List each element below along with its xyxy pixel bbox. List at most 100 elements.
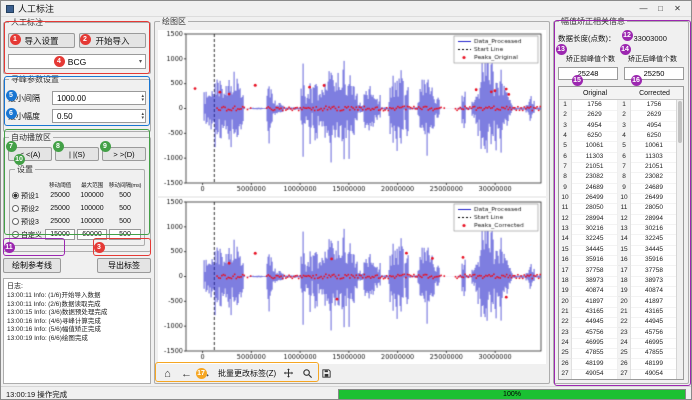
min-amplitude-value: 0.50 xyxy=(57,112,73,121)
table-scrollbar[interactable] xyxy=(676,100,683,379)
signal-chart-top[interactable] xyxy=(158,30,546,196)
spin-down-icon[interactable]: ▾ xyxy=(141,98,144,103)
table-row: 10264991026499 xyxy=(559,193,683,203)
preset-value: 500 xyxy=(108,218,142,225)
forward-icon[interactable]: → xyxy=(199,368,212,380)
preset-radio[interactable] xyxy=(12,231,19,238)
chevron-down-icon: ▾ xyxy=(139,58,142,65)
log-title: 日志: xyxy=(7,281,147,291)
zoom-icon[interactable] xyxy=(301,368,314,380)
preset-value: 100000 xyxy=(76,218,108,225)
status-message: 13:00:19 操作完成 xyxy=(6,389,67,400)
min-amplitude-spinbox[interactable]: 0.50 ▴▾ xyxy=(52,109,146,123)
correction-info-group: 幅值矫正相关信息 数据长度(点数)： 33003000 矫正前峰值个数 矫正后峰… xyxy=(553,21,689,384)
col-max-range: 最大范围 xyxy=(76,180,108,189)
table-row: 20418972041897 xyxy=(559,297,683,307)
main-body: 人工标注 导入设置 开始导入 BCG ▾ 寻峰参数设置 最小间隔 1000.00… xyxy=(1,17,691,386)
forward-button[interactable]: > >(D) xyxy=(102,147,146,161)
table-row: 15344451534445 xyxy=(559,245,683,255)
table-row: 24469952446995 xyxy=(559,338,683,348)
pause-button[interactable]: | |(S) xyxy=(55,147,99,161)
preset-value: 500 xyxy=(108,205,142,212)
table-row: 19408741940874 xyxy=(559,286,683,296)
rewind-button[interactable]: < <(A) xyxy=(8,147,52,161)
status-bar: 13:00:19 操作完成 100% xyxy=(1,386,691,400)
preset-value: 25000 xyxy=(44,205,76,212)
log-line: 13:00:16 Info: (5/6)幅值矫正完成 xyxy=(7,326,147,335)
spin-down-icon[interactable]: ▾ xyxy=(141,116,144,121)
peaks-before-value: 25248 xyxy=(558,67,618,80)
min-interval-label: 最小间隔 xyxy=(8,93,52,104)
draw-reference-button[interactable]: 绘制参考线 xyxy=(3,258,61,273)
table-row: 17377581737758 xyxy=(559,266,683,276)
progress-label: 100% xyxy=(339,390,685,399)
col-move-interval: 移动间隔(ms) xyxy=(108,180,142,189)
home-icon[interactable]: ⌂ xyxy=(161,368,174,380)
signal-type-combo[interactable]: BCG ▾ xyxy=(8,54,146,69)
autoplay-group: 自动播放区 < <(A) | |(S) > >(D) 设置 移动阈值 最大范围 … xyxy=(3,137,151,252)
peaks-after-value: 25250 xyxy=(624,67,684,80)
preset-radio[interactable] xyxy=(12,192,19,199)
preset-row: 预设325000100000500 xyxy=(12,215,142,228)
app-icon xyxy=(6,5,14,13)
close-button[interactable]: ✕ xyxy=(669,4,686,13)
pan-icon[interactable] xyxy=(282,368,295,380)
spinner-arrows: ▴▾ xyxy=(141,110,144,122)
min-amplitude-label: 最小幅度 xyxy=(8,111,52,122)
preset-value: 25000 xyxy=(44,218,76,225)
plot-area-title: 绘图区 xyxy=(160,17,188,26)
import-settings-button[interactable]: 导入设置 xyxy=(8,33,75,48)
peaks-table[interactable]: Original Corrected 117561175622629226293… xyxy=(558,86,684,380)
preset-row: 自定义1500060000500 xyxy=(12,228,142,241)
batch-edit-labels-button[interactable]: 批量更改标签(Z) xyxy=(218,368,276,379)
log-line: 13:00:16 Info: (4/6)寻峰计算完成 xyxy=(7,318,147,327)
preset-value-input[interactable]: 60000 xyxy=(77,229,107,240)
minimize-button[interactable]: — xyxy=(635,4,652,13)
preset-value: 500 xyxy=(108,192,142,199)
corrected-value: 49054 xyxy=(631,369,678,380)
signal-chart-bottom[interactable] xyxy=(158,198,546,364)
data-length-label: 数据长度(点数)： xyxy=(558,33,616,44)
spinner-arrows: ▴▾ xyxy=(141,92,144,104)
col-move-threshold: 移动阈值 xyxy=(44,180,76,189)
log-panel[interactable]: 日志: 13:00:11 Info: (1/6)开始导入数据13:00:11 I… xyxy=(3,278,151,384)
table-row: 26481992648199 xyxy=(559,359,683,369)
scrollbar-thumb[interactable] xyxy=(678,101,682,143)
correction-info-title: 幅值矫正相关信息 xyxy=(559,17,627,26)
manual-annotation-group-title: 人工标注 xyxy=(9,18,45,27)
preset-radio[interactable] xyxy=(12,205,19,212)
preset-label: 预设1 xyxy=(21,191,39,201)
save-icon[interactable] xyxy=(320,368,333,380)
table-row: 25478552547855 xyxy=(559,348,683,358)
start-import-button[interactable]: 开始导入 xyxy=(79,33,146,48)
preset-label: 预设2 xyxy=(21,204,39,214)
log-line: 13:00:15 Info: (3/6)数据预处理完成 xyxy=(7,309,147,318)
table-row: 14322451432245 xyxy=(559,234,683,244)
title-bar: 人工标注 — □ ✕ xyxy=(1,1,691,17)
preset-value: 25000 xyxy=(44,192,76,199)
left-panel: 人工标注 导入设置 开始导入 BCG ▾ 寻峰参数设置 最小间隔 1000.00… xyxy=(3,17,151,384)
col-corrected: Corrected xyxy=(631,90,678,97)
table-row: 23457562345756 xyxy=(559,328,683,338)
preset-table-header: 移动阈值 最大范围 移动间隔(ms) xyxy=(12,179,142,189)
table-row: 2262922629 xyxy=(559,110,683,120)
preset-value-input[interactable]: 500 xyxy=(109,229,141,240)
min-interval-spinbox[interactable]: 1000.00 ▴▾ xyxy=(52,91,146,105)
table-row: 18389731838973 xyxy=(559,276,683,286)
preset-label: 自定义 xyxy=(21,230,42,240)
autoplay-group-title: 自动播放区 xyxy=(9,133,53,142)
plot-toolbar: ⌂ ← → 批量更改标签(Z) xyxy=(158,366,546,381)
preset-radio[interactable] xyxy=(12,218,19,225)
preset-row: 预设225000100000500 xyxy=(12,202,142,215)
peak-params-group-title: 寻峰参数设置 xyxy=(9,75,61,84)
preset-value-input[interactable]: 15000 xyxy=(45,229,75,240)
table-row: 13302161330216 xyxy=(559,224,683,234)
preset-value: 100000 xyxy=(76,192,108,199)
app-window: 人工标注 — □ ✕ 人工标注 导入设置 开始导入 BCG ▾ 寻峰参数设置 xyxy=(0,0,692,400)
peaks-before-label: 矫正前峰值个数 xyxy=(558,54,620,64)
export-labels-button[interactable]: 导出标签 xyxy=(97,258,151,273)
peak-params-group: 寻峰参数设置 最小间隔 1000.00 ▴▾ 最小幅度 0.50 ▴▾ xyxy=(3,79,151,132)
maximize-button[interactable]: □ xyxy=(652,4,669,13)
autoplay-settings-group: 设置 移动阈值 最大范围 移动间隔(ms) 预设125000100000500预… xyxy=(9,169,145,246)
back-icon[interactable]: ← xyxy=(180,368,193,380)
